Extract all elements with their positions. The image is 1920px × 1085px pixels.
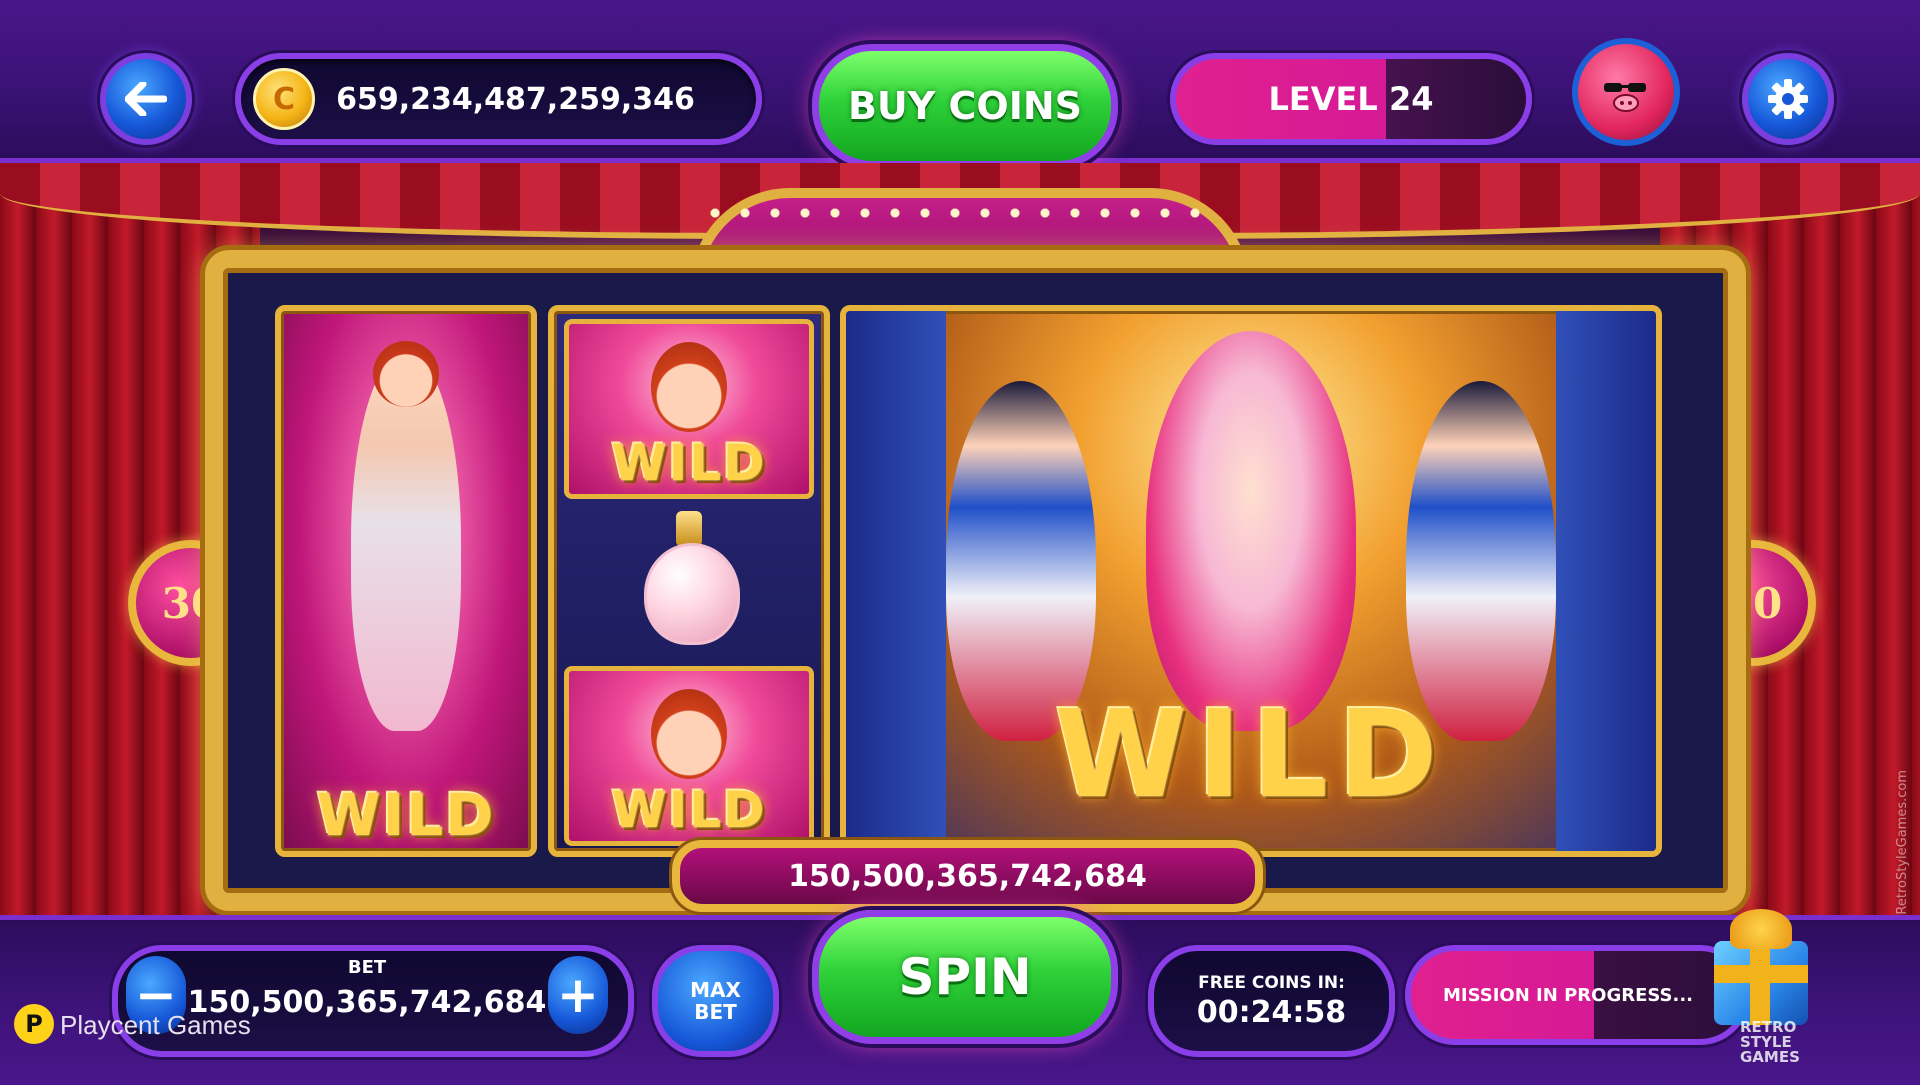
- level-label: LEVEL 24: [1268, 80, 1434, 118]
- publisher-logo: P: [14, 1004, 54, 1044]
- wild-symbol-label: WILD: [611, 434, 767, 492]
- big-wild-label: WILD: [1054, 686, 1448, 825]
- gift-ribbon-horizontal: [1714, 965, 1808, 983]
- plus-icon: +: [557, 966, 599, 1024]
- big-wild-reel: WILD: [840, 305, 1662, 857]
- showgirl-head: [373, 341, 439, 407]
- spin-button[interactable]: SPIN: [812, 910, 1118, 1044]
- max-bet-label-line2: BET: [694, 1000, 737, 1024]
- piggy-bank-button[interactable]: [1572, 38, 1680, 146]
- back-button[interactable]: [100, 53, 192, 145]
- mission-progress-bar[interactable]: MISSION IN PROGRESS...: [1405, 945, 1750, 1045]
- watermark-line-3: GAMES: [1740, 1048, 1800, 1066]
- retro-style-games-watermark: RETRO STYLE GAMES: [1740, 1020, 1800, 1065]
- free-coins-label: FREE COINS IN:: [1198, 972, 1345, 993]
- free-coins-countdown: 00:24:58: [1196, 994, 1347, 1030]
- coin-symbol: C: [272, 81, 296, 117]
- publisher-logo-letter: P: [25, 1010, 43, 1038]
- showgirl-figure: [351, 351, 461, 731]
- arrow-left-icon: [125, 82, 167, 116]
- wild-symbol-label: WILD: [611, 781, 767, 839]
- gift-icon[interactable]: [1706, 905, 1816, 1025]
- settings-button[interactable]: [1742, 53, 1834, 145]
- coin-icon: C: [253, 68, 315, 130]
- bet-label: BET: [347, 957, 387, 978]
- perfume-bottle: [644, 543, 740, 645]
- win-amount: 150,500,365,742,684: [788, 858, 1147, 894]
- reel-2-top-wild: WILD: [564, 319, 814, 499]
- arch-bulbs: [700, 198, 1220, 238]
- gift-ribbon-vertical: [1750, 941, 1770, 1025]
- gift-bow: [1730, 909, 1792, 949]
- perfume-symbol: [629, 511, 749, 661]
- max-bet-label-line1: MAX: [690, 978, 741, 1002]
- level-progress-bar[interactable]: LEVEL 24: [1170, 53, 1532, 145]
- buy-coins-button[interactable]: BUY COINS: [812, 44, 1118, 168]
- win-amount-display: 150,500,365,742,684: [672, 840, 1263, 912]
- reel-1: WILD: [275, 305, 537, 857]
- coin-balance-display: C 659,234,487,259,346: [235, 53, 762, 145]
- free-coins-timer[interactable]: FREE COINS IN: 00:24:58: [1148, 945, 1395, 1057]
- showgirl-portrait: [651, 342, 727, 432]
- watermark-url: RetroStyleGames.com: [1895, 770, 1910, 915]
- showgirl-portrait: [651, 689, 727, 779]
- perfume-cap: [676, 511, 702, 547]
- publisher-name: Playcent Games: [60, 1010, 251, 1040]
- mission-label: MISSION IN PROGRESS...: [1443, 984, 1694, 1006]
- increase-bet-button[interactable]: +: [548, 956, 608, 1034]
- reel-2: WILD WILD: [548, 305, 830, 857]
- gear-icon: [1768, 79, 1808, 119]
- reel-2-bottom-wild: WILD: [564, 666, 814, 846]
- coin-balance: 659,234,487,259,346: [336, 81, 695, 117]
- max-bet-button[interactable]: MAX BET: [652, 945, 779, 1057]
- piggy-bank-icon: [1604, 83, 1646, 112]
- showgirl-center: [1146, 331, 1356, 731]
- wild-symbol-label: WILD: [316, 781, 496, 849]
